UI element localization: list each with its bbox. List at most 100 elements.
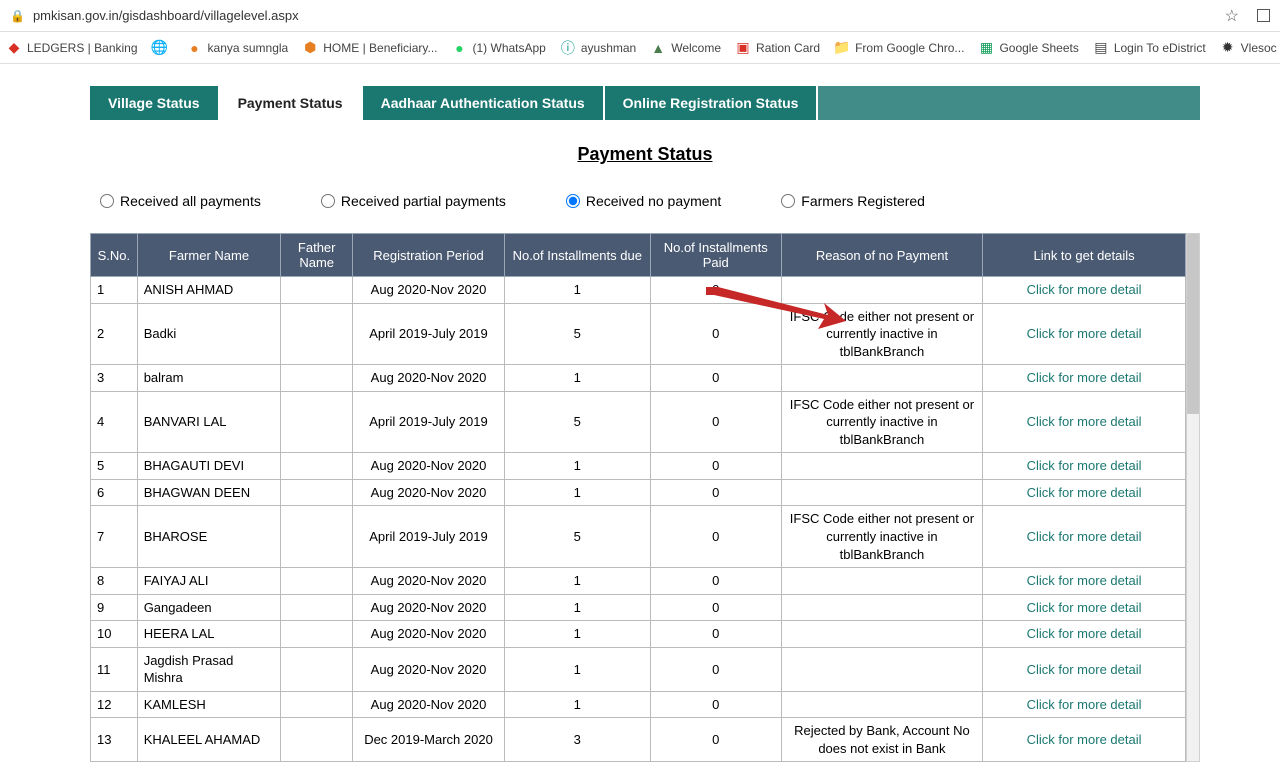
bookmark-star-icon[interactable]: ☆ <box>1225 6 1239 26</box>
cell-paid: 0 <box>650 506 781 568</box>
cell-father <box>281 568 353 595</box>
link-more-detail[interactable]: Click for more detail <box>982 303 1185 365</box>
cell-sno: 3 <box>91 365 138 392</box>
cell-sno: 9 <box>91 594 138 621</box>
cell-father <box>281 506 353 568</box>
bookmark-label: LEDGERS | Banking <box>27 41 138 55</box>
link-more-detail[interactable]: Click for more detail <box>982 453 1185 480</box>
cell-reason <box>781 594 982 621</box>
link-more-detail[interactable]: Click for more detail <box>982 594 1185 621</box>
radio-all[interactable] <box>100 194 114 208</box>
bookmark-kanya[interactable]: ●kanya sumngla <box>187 40 289 56</box>
cell-reason <box>781 453 982 480</box>
cell-sno: 5 <box>91 453 138 480</box>
cell-farmer: FAIYAJ ALI <box>137 568 281 595</box>
bookmark-label: Vlesoc <box>1241 41 1277 55</box>
filter-partial-payments[interactable]: Received partial payments <box>321 193 506 209</box>
table-row: 6BHAGWAN DEENAug 2020-Nov 202010Click fo… <box>91 479 1186 506</box>
bookmark-label: HOME | Beneficiary... <box>323 41 437 55</box>
lock-icon: 🔒 <box>10 9 25 23</box>
cell-reason: IFSC Code either not present or currentl… <box>781 391 982 453</box>
cell-sno: 2 <box>91 303 138 365</box>
filter-farmers-registered[interactable]: Farmers Registered <box>781 193 925 209</box>
link-more-detail[interactable]: Click for more detail <box>982 647 1185 691</box>
cell-sno: 4 <box>91 391 138 453</box>
tab-filler <box>818 86 1200 120</box>
th-farmer: Farmer Name <box>137 234 281 277</box>
table-row: 12KAMLESHAug 2020-Nov 202010Click for mo… <box>91 691 1186 718</box>
link-more-detail[interactable]: Click for more detail <box>982 479 1185 506</box>
table-row: 4BANVARI LALApril 2019-July 201950IFSC C… <box>91 391 1186 453</box>
cell-farmer: BHAROSE <box>137 506 281 568</box>
bookmark-label: kanya sumngla <box>208 41 289 55</box>
cell-reg: Aug 2020-Nov 2020 <box>353 277 505 304</box>
data-table-container: S.No. Farmer Name Father Name Registrati… <box>90 233 1200 762</box>
cell-reg: Aug 2020-Nov 2020 <box>353 453 505 480</box>
tab-payment-status[interactable]: Payment Status <box>220 86 361 120</box>
tab-village-status[interactable]: Village Status <box>90 86 218 120</box>
bookmark-welcome[interactable]: ▲Welcome <box>650 40 721 56</box>
th-reason: Reason of no Payment <box>781 234 982 277</box>
table-row: 3balramAug 2020-Nov 202010Click for more… <box>91 365 1186 392</box>
cell-reg: Aug 2020-Nov 2020 <box>353 621 505 648</box>
link-more-detail[interactable]: Click for more detail <box>982 718 1185 762</box>
maximize-icon[interactable] <box>1257 9 1270 22</box>
link-more-detail[interactable]: Click for more detail <box>982 391 1185 453</box>
tab-registration-status[interactable]: Online Registration Status <box>605 86 817 120</box>
tab-bar: Village Status Payment Status Aadhaar Au… <box>90 86 1200 120</box>
bookmark-vlesoc[interactable]: ✹ Vlesoc <box>1220 40 1277 56</box>
bookmark-label: Google Sheets <box>999 41 1078 55</box>
link-more-detail[interactable]: Click for more detail <box>982 365 1185 392</box>
tab-aadhaar-status[interactable]: Aadhaar Authentication Status <box>363 86 603 120</box>
cell-due: 1 <box>504 691 650 718</box>
link-more-detail[interactable]: Click for more detail <box>982 691 1185 718</box>
bookmark-edistrict[interactable]: ▤Login To eDistrict <box>1093 40 1206 56</box>
cell-reason: Rejected by Bank, Account No does not ex… <box>781 718 982 762</box>
cell-reg: Dec 2019-March 2020 <box>353 718 505 762</box>
bookmark-chrome[interactable]: 📁From Google Chro... <box>834 40 964 56</box>
table-header-row: S.No. Farmer Name Father Name Registrati… <box>91 234 1186 277</box>
bookmark-sheets[interactable]: ▦Google Sheets <box>978 40 1078 56</box>
table-row: 7BHAROSEApril 2019-July 201950IFSC Code … <box>91 506 1186 568</box>
folder-icon: 📁 <box>834 40 850 56</box>
bookmark-ledgers[interactable]: ◆LEDGERS | Banking <box>6 40 138 56</box>
cell-due: 1 <box>504 365 650 392</box>
th-paid: No.of Installments Paid <box>650 234 781 277</box>
url-text: pmkisan.gov.in/gisdashboard/villagelevel… <box>33 8 1217 23</box>
bookmark-ration[interactable]: ▣Ration Card <box>735 40 820 56</box>
cell-due: 5 <box>504 506 650 568</box>
cell-reason <box>781 365 982 392</box>
cell-due: 1 <box>504 479 650 506</box>
cell-reg: Aug 2020-Nov 2020 <box>353 568 505 595</box>
link-more-detail[interactable]: Click for more detail <box>982 568 1185 595</box>
cell-father <box>281 365 353 392</box>
table-scrollbar[interactable] <box>1186 233 1200 762</box>
scrollbar-thumb[interactable] <box>1187 234 1199 414</box>
bookmark-icon: ✹ <box>1220 40 1236 56</box>
filter-no-payment[interactable]: Received no payment <box>566 193 721 209</box>
link-more-detail[interactable]: Click for more detail <box>982 277 1185 304</box>
radio-none[interactable] <box>566 194 580 208</box>
link-more-detail[interactable]: Click for more detail <box>982 621 1185 648</box>
bookmark-home[interactable]: ⬢HOME | Beneficiary... <box>302 40 437 56</box>
cell-reg: Aug 2020-Nov 2020 <box>353 691 505 718</box>
radio-partial[interactable] <box>321 194 335 208</box>
radio-registered[interactable] <box>781 194 795 208</box>
cell-farmer: KAMLESH <box>137 691 281 718</box>
filter-label: Farmers Registered <box>801 193 925 209</box>
table-row: 13KHALEEL AHAMADDec 2019-March 202030Rej… <box>91 718 1186 762</box>
bookmark-whatsapp[interactable]: ●(1) WhatsApp <box>452 40 546 56</box>
cell-sno: 11 <box>91 647 138 691</box>
filter-all-payments[interactable]: Received all payments <box>100 193 261 209</box>
filter-label: Received no payment <box>586 193 721 209</box>
bookmark-icon: ▲ <box>650 40 666 56</box>
th-link: Link to get details <box>982 234 1185 277</box>
cell-farmer: balram <box>137 365 281 392</box>
cell-reason <box>781 568 982 595</box>
bookmark-ayushman[interactable]: ⓘayushman <box>560 40 636 56</box>
cell-farmer: ANISH AHMAD <box>137 277 281 304</box>
bookmark-globe[interactable]: 🌐 <box>152 40 173 56</box>
cell-reg: April 2019-July 2019 <box>353 303 505 365</box>
link-more-detail[interactable]: Click for more detail <box>982 506 1185 568</box>
cell-reg: Aug 2020-Nov 2020 <box>353 594 505 621</box>
